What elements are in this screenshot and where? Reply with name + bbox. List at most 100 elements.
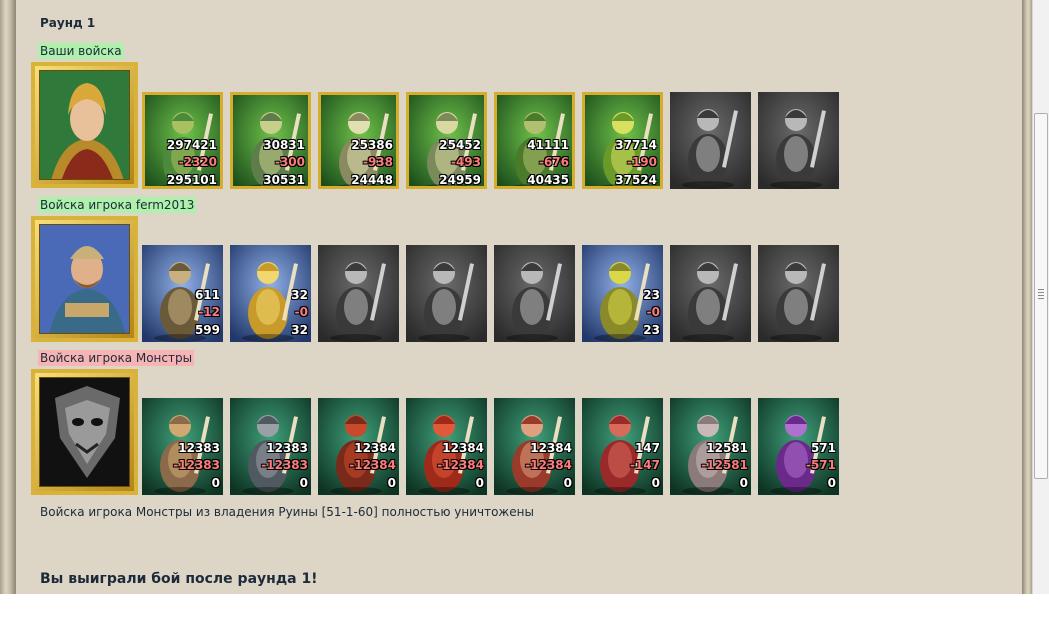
unit-count-end: 37524	[615, 173, 657, 187]
unit-card-hooded-monk[interactable]: 23 -0 23	[582, 245, 663, 342]
unit-count-loss: -12384	[525, 458, 572, 472]
unit-card-orc-warrior[interactable]: 12384 -12384 0	[318, 398, 399, 495]
unit-count-loss: -190	[626, 155, 657, 169]
unit-count-end: 0	[651, 476, 660, 490]
unit-card-druid-mage[interactable]: 37714 -190 37524	[582, 92, 663, 189]
pegasus-icon	[406, 245, 487, 342]
unit-count-end: 0	[739, 476, 748, 490]
unit-count-end: 0	[563, 476, 572, 490]
unit-card-hooded-warrior[interactable]	[670, 92, 751, 189]
peasant-hero-portrait[interactable]	[31, 216, 138, 342]
vertical-scrollbar[interactable]	[1032, 0, 1049, 594]
unit-count-end: 0	[475, 476, 484, 490]
unit-card-spiked-beast[interactable]: 12384 -12384 0	[494, 398, 575, 495]
unit-count-start: 41111	[527, 138, 569, 152]
unit-card-armored-guard[interactable]	[670, 245, 751, 342]
knight-hero-portrait[interactable]	[31, 62, 138, 188]
unit-card-red-shaman[interactable]: 147 -147 0	[582, 398, 663, 495]
unit-count-start: 12384	[530, 441, 572, 455]
left-parchment-border	[0, 0, 16, 594]
unit-count-start: 25452	[439, 138, 481, 152]
unit-card-pegasus[interactable]	[406, 245, 487, 342]
unit-count-loss: -0	[294, 305, 308, 319]
unit-count-loss: -493	[450, 155, 481, 169]
unit-count-start: 37714	[615, 138, 657, 152]
battle-result-message: Войска игрока Монстры из владения Руины …	[40, 505, 534, 519]
unit-count-loss: -676	[538, 155, 569, 169]
unit-card-golden-swordsman[interactable]: 32 -0 32	[230, 245, 311, 342]
peasant-hero-portrait-icon	[40, 225, 129, 333]
section-label-your-troops: Ваши войска	[38, 43, 124, 59]
unit-card-cloaked-rider[interactable]	[758, 245, 839, 342]
unit-count-start: 12384	[442, 441, 484, 455]
unit-count-end: 295101	[166, 173, 217, 187]
unit-card-knight-with-shield[interactable]: 25386 -938 24448	[318, 92, 399, 189]
unit-card-purple-naga[interactable]: 571 -571 0	[758, 398, 839, 495]
unit-count-start: 23	[643, 288, 660, 302]
unit-count-loss: -571	[805, 458, 836, 472]
unit-count-loss: -12581	[701, 458, 748, 472]
unit-count-start: 12384	[354, 441, 396, 455]
horse-rider-icon	[318, 245, 399, 342]
unit-count-loss: -12383	[261, 458, 308, 472]
unit-count-end: 24448	[351, 173, 393, 187]
unit-count-start: 147	[634, 441, 660, 455]
unit-card-elf-archer[interactable]: 41111 -676 40435	[494, 92, 575, 189]
crossbowman-icon	[494, 245, 575, 342]
unit-count-loss: -147	[629, 458, 660, 472]
monster-mask-portrait[interactable]	[31, 369, 138, 495]
unit-count-start: 32	[291, 288, 308, 302]
knight-hero-portrait-icon	[40, 71, 129, 179]
unit-count-loss: -938	[362, 155, 393, 169]
hero-portrait-frame	[39, 224, 130, 334]
unit-count-end: 24959	[439, 173, 481, 187]
unit-card-crossbowman[interactable]	[494, 245, 575, 342]
unit-count-end: 0	[387, 476, 396, 490]
unit-card-stone-golem[interactable]: 12383 -12383 0	[230, 398, 311, 495]
unit-card-horse-rider[interactable]	[318, 245, 399, 342]
victory-message: Вы выиграли бой после раунда 1!	[40, 571, 318, 587]
unit-card-peasant-with-donkey[interactable]: 611 -12 599	[142, 245, 223, 342]
armored-guard-icon	[670, 245, 751, 342]
cloaked-rider-icon	[758, 245, 839, 342]
unit-count-end: 0	[299, 476, 308, 490]
unit-count-start: 611	[194, 288, 220, 302]
unit-count-end: 0	[211, 476, 220, 490]
unit-card-serpent-beast[interactable]: 12383 -12383 0	[142, 398, 223, 495]
hooded-warrior-icon	[670, 92, 751, 189]
unit-count-end: 599	[194, 323, 220, 337]
section-label-ally-troops: Войска игрока ferm2013	[38, 197, 197, 213]
scrollbar-thumb[interactable]	[1034, 113, 1048, 479]
unit-count-loss: -12383	[173, 458, 220, 472]
unit-count-loss: -12384	[349, 458, 396, 472]
unit-count-end: 30531	[263, 173, 305, 187]
unit-count-loss: -0	[646, 305, 660, 319]
robed-elder-icon	[758, 92, 839, 189]
hero-portrait-frame	[39, 377, 130, 487]
unit-card-winged-griffin-rider[interactable]: 25452 -493 24959	[406, 92, 487, 189]
unit-card-armored-swordsman[interactable]: 30831 -300 30531	[230, 92, 311, 189]
unit-count-start: 12383	[266, 441, 308, 455]
section-label-monster-troops: Войска игрока Монстры	[38, 350, 195, 366]
unit-card-tomb-stone-creature[interactable]: 12581 -12581 0	[670, 398, 751, 495]
unit-count-end: 40435	[527, 173, 569, 187]
unit-count-loss: -12384	[437, 458, 484, 472]
unit-count-loss: -2320	[178, 155, 217, 169]
unit-count-start: 297421	[166, 138, 217, 152]
battle-log-frame: Раунд 1 Ваши войска 297421 -2320 295101 308…	[0, 0, 1049, 594]
unit-count-loss: -300	[274, 155, 305, 169]
hero-portrait-frame	[39, 70, 130, 180]
unit-count-start: 25386	[351, 138, 393, 152]
unit-card-robed-elder[interactable]	[758, 92, 839, 189]
unit-count-end: 32	[291, 323, 308, 337]
monster-mask-portrait-icon	[40, 378, 129, 486]
unit-count-start: 30831	[263, 138, 305, 152]
unit-card-dwarf-warrior[interactable]: 297421 -2320 295101	[142, 92, 223, 189]
unit-count-end: 23	[643, 323, 660, 337]
unit-count-start: 12383	[178, 441, 220, 455]
unit-count-end: 0	[827, 476, 836, 490]
unit-count-start: 12581	[706, 441, 748, 455]
unit-count-start: 571	[810, 441, 836, 455]
unit-card-red-demon[interactable]: 12384 -12384 0	[406, 398, 487, 495]
scrollbar-grip-icon	[1038, 289, 1044, 301]
